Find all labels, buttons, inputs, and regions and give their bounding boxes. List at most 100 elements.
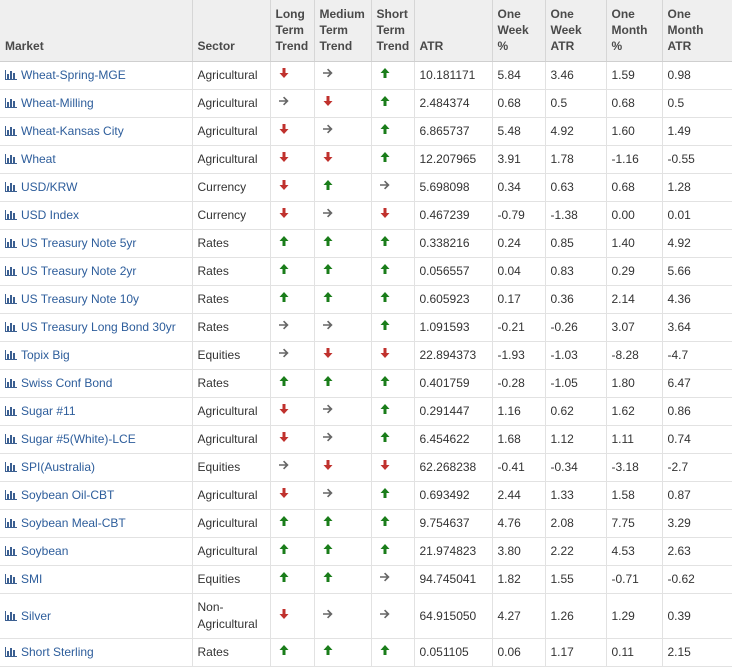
medium-term-trend-cell — [314, 173, 372, 202]
table-row: USD Index Currency 0.467239 -0.79 -1.38 0.00 0… — [0, 201, 732, 230]
bar-chart-icon — [5, 490, 17, 500]
market-cell: Silver — [0, 593, 193, 639]
market-link[interactable]: Wheat — [5, 152, 56, 166]
market-link[interactable]: Wheat-Milling — [5, 96, 94, 110]
one-week-atr-value: 1.33 — [545, 481, 607, 510]
arrow-down-icon — [279, 152, 288, 162]
market-link[interactable]: Wheat-Kansas City — [5, 124, 124, 138]
arrow-flat-icon — [379, 180, 390, 190]
market-name: Wheat-Spring-MGE — [21, 68, 126, 82]
bar-chart-icon — [5, 266, 17, 276]
market-name: SPI(Australia) — [21, 460, 96, 474]
bar-chart-icon — [5, 610, 17, 621]
market-link[interactable]: Topix Big — [5, 348, 70, 362]
arrow-up-icon — [380, 320, 389, 330]
bar-chart-icon — [5, 518, 17, 528]
one-week-atr-value: 1.55 — [545, 565, 607, 594]
one-month-atr-value: 0.87 — [662, 481, 732, 510]
header-sector[interactable]: Sector — [192, 0, 271, 62]
one-month-pct-value: -0.71 — [606, 565, 663, 594]
one-month-atr-value: 1.28 — [662, 173, 732, 202]
one-week-pct-value: 0.68 — [492, 89, 546, 118]
arrow-up-icon — [323, 376, 332, 386]
arrow-up-icon — [380, 488, 389, 498]
header-one-month-atr[interactable]: One Month ATR — [662, 0, 732, 62]
long-term-trend-cell — [270, 453, 315, 482]
one-week-pct-value: 2.44 — [492, 481, 546, 510]
table-row: US Treasury Note 5yr Rates 0.338216 0.24 0.8… — [0, 229, 732, 258]
header-row: Market Sector Long Term Trend Medium Term Tr… — [0, 0, 732, 62]
arrow-up-icon — [323, 264, 332, 274]
market-link[interactable]: USD/KRW — [5, 180, 77, 194]
sector-cell: Agricultural — [192, 89, 271, 118]
arrow-up-icon — [279, 544, 288, 554]
table-row: Soybean Agricultural 21.974823 3.80 2.22 4.53… — [0, 537, 732, 566]
long-term-trend-cell — [270, 481, 315, 510]
market-link[interactable]: SPI(Australia) — [5, 460, 95, 474]
market-link[interactable]: Short Sterling — [5, 645, 94, 659]
arrow-up-icon — [380, 432, 389, 442]
arrow-up-icon — [380, 404, 389, 414]
header-long-term-trend[interactable]: Long Term Trend — [270, 0, 315, 62]
market-cell: Short Sterling — [0, 638, 193, 667]
header-atr[interactable]: ATR — [414, 0, 493, 62]
bar-chart-icon — [5, 647, 17, 657]
arrow-up-icon — [323, 236, 332, 246]
one-week-atr-value: 0.85 — [545, 229, 607, 258]
table-row: SPI(Australia) Equities 62.268238 -0.41 -0.3… — [0, 453, 732, 482]
arrow-flat-icon — [278, 96, 289, 106]
arrow-up-icon — [380, 544, 389, 554]
arrow-flat-icon — [322, 488, 333, 498]
market-link[interactable]: Silver — [5, 609, 51, 623]
atr-value: 10.181171 — [414, 61, 493, 90]
market-name: Sugar #11 — [21, 404, 76, 418]
header-one-month-pct[interactable]: One Month% — [606, 0, 663, 62]
market-link[interactable]: US Treasury Note 10y — [5, 292, 139, 306]
market-link[interactable]: US Treasury Note 5yr — [5, 236, 136, 250]
one-week-pct-value: 0.34 — [492, 173, 546, 202]
one-month-atr-value: 3.29 — [662, 509, 732, 538]
header-one-week-atr[interactable]: One Week ATR — [545, 0, 607, 62]
arrow-down-icon — [279, 68, 288, 78]
market-link[interactable]: Soybean Meal-CBT — [5, 516, 126, 530]
atr-value: 6.454622 — [414, 425, 493, 454]
medium-term-trend-cell — [314, 285, 372, 314]
short-term-trend-cell — [371, 565, 415, 594]
arrow-down-icon — [279, 608, 288, 619]
market-link[interactable]: Swiss Conf Bond — [5, 376, 112, 390]
market-link[interactable]: US Treasury Long Bond 30yr — [5, 320, 176, 334]
arrow-down-icon — [279, 208, 288, 218]
arrow-up-icon — [279, 645, 288, 655]
medium-term-trend-cell — [314, 89, 372, 118]
market-link[interactable]: Soybean — [5, 544, 68, 558]
arrow-down-icon — [279, 432, 288, 442]
header-short-term-trend[interactable]: Short Term Trend — [371, 0, 415, 62]
market-link[interactable]: Wheat-Spring-MGE — [5, 68, 126, 82]
one-week-atr-value: 0.36 — [545, 285, 607, 314]
short-term-trend-cell — [371, 425, 415, 454]
market-link[interactable]: Soybean Oil-CBT — [5, 488, 114, 502]
long-term-trend-cell — [270, 89, 315, 118]
market-link[interactable]: US Treasury Note 2yr — [5, 264, 136, 278]
sector-cell: Non-Agricultural — [192, 593, 271, 639]
arrow-flat-icon — [322, 208, 333, 218]
header-medium-term-trend[interactable]: Medium Term Trend — [314, 0, 372, 62]
table-row: SMI Equities 94.745041 1.82 1.55 -0.71 -0.62 — [0, 565, 732, 594]
market-name: US Treasury Long Bond 30yr — [21, 320, 176, 334]
market-link[interactable]: SMI — [5, 572, 42, 586]
market-cell: Swiss Conf Bond — [0, 369, 193, 398]
arrow-up-icon — [279, 292, 288, 302]
header-one-week-pct[interactable]: One Week% — [492, 0, 546, 62]
long-term-trend-cell — [270, 285, 315, 314]
market-link[interactable]: Sugar #5(White)-LCE — [5, 432, 136, 446]
bar-chart-icon — [5, 322, 17, 332]
market-link[interactable]: USD Index — [5, 208, 79, 222]
market-cell: Soybean Meal-CBT — [0, 509, 193, 538]
arrow-up-icon — [380, 516, 389, 526]
header-market[interactable]: Market — [0, 0, 193, 62]
market-link[interactable]: Sugar #11 — [5, 404, 76, 418]
arrow-down-icon — [279, 404, 288, 414]
arrow-up-icon — [323, 292, 332, 302]
arrow-down-icon — [380, 460, 389, 470]
long-term-trend-cell — [270, 638, 315, 667]
